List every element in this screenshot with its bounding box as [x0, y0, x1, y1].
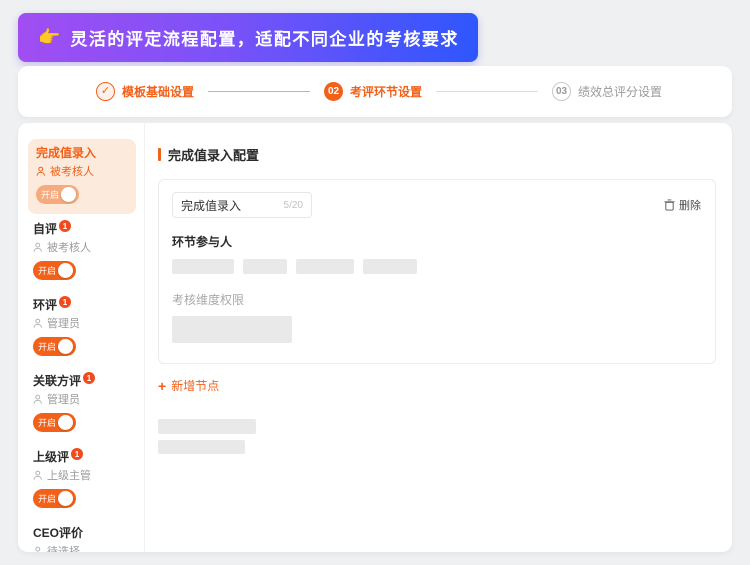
main-card: 完成值录入 被考核人 开启 自评 1 被考核人 开启 — [18, 123, 732, 552]
notification-badge: 1 — [83, 372, 95, 384]
section-header: 完成值录入配置 — [158, 145, 716, 164]
stepper-connector — [208, 91, 310, 92]
toggle-knob — [58, 491, 73, 506]
sidebar-item-title: CEO评价 — [33, 526, 83, 540]
person-icon — [33, 470, 44, 481]
person-icon — [33, 546, 44, 553]
notification-badge: 1 — [71, 448, 83, 460]
placeholder-chip — [172, 259, 234, 274]
toggle-label: 开启 — [36, 264, 58, 277]
sidebar-item[interactable]: 环评 1 管理员 开启 — [28, 291, 136, 366]
person-icon — [33, 318, 44, 329]
sidebar-item-role: 上级主管 — [47, 467, 91, 483]
stepper: ✓ 模板基础设置 02 考评环节设置 03 绩效总评分设置 — [18, 66, 732, 117]
step-template-basic[interactable]: ✓ 模板基础设置 — [96, 82, 194, 101]
sidebar-item[interactable]: 关联方评 1 管理员 开启 — [28, 367, 136, 442]
sidebar-item-role: 管理员 — [47, 315, 80, 331]
step-number: 02 — [324, 82, 343, 101]
sidebar-item[interactable]: 自评 1 被考核人 开启 — [28, 215, 136, 290]
sidebar-item[interactable]: CEO评价 待选择 关闭 — [28, 519, 136, 552]
placeholder-chip — [363, 259, 417, 274]
step-number: 03 — [552, 82, 571, 101]
plus-icon: + — [158, 379, 166, 393]
step-label: 考评环节设置 — [350, 83, 422, 100]
add-node-label: 新增节点 — [171, 377, 219, 394]
sidebar-item-title: 环评 — [33, 298, 57, 312]
toggle-switch[interactable]: 开启 — [36, 185, 79, 204]
promo-banner: 👉 灵活的评定流程配置，适配不同企业的考核要求 — [18, 13, 478, 62]
delete-label: 删除 — [679, 197, 701, 213]
check-icon: ✓ — [96, 82, 115, 101]
sidebar-item[interactable]: 完成值录入 被考核人 开启 — [28, 139, 136, 214]
char-counter: 5/20 — [284, 200, 303, 211]
node-name-input[interactable]: 完成值录入 5/20 — [172, 192, 312, 218]
notification-badge: 1 — [59, 296, 71, 308]
sidebar-item-role: 被考核人 — [47, 239, 91, 255]
placeholder-bar — [158, 419, 256, 434]
step-review-nodes[interactable]: 02 考评环节设置 — [324, 82, 422, 101]
notification-badge: 1 — [59, 220, 71, 232]
placeholder-chip — [243, 259, 287, 274]
placeholder-bar — [158, 440, 245, 454]
trash-icon — [664, 199, 675, 211]
stepper-connector — [436, 91, 538, 92]
person-icon — [36, 166, 47, 177]
node-name-value: 完成值录入 — [181, 197, 241, 214]
step-label: 模板基础设置 — [122, 83, 194, 100]
promo-banner-text: 灵活的评定流程配置，适配不同企业的考核要求 — [70, 25, 459, 50]
person-icon — [33, 242, 44, 253]
participants-label: 环节参与人 — [172, 233, 701, 250]
placeholder-block — [172, 316, 292, 343]
toggle-knob — [58, 339, 73, 354]
sidebar-item[interactable]: 上级评 1 上级主管 开启 — [28, 443, 136, 518]
sidebar-item-role: 管理员 — [47, 391, 80, 407]
toggle-label: 开启 — [36, 416, 58, 429]
toggle-label: 开启 — [39, 188, 61, 201]
toggle-knob — [58, 415, 73, 430]
sidebar-item-title: 完成值录入 — [36, 146, 96, 160]
node-config-card: 完成值录入 5/20 删除 环节参与人 考 — [158, 179, 716, 364]
step-total-score[interactable]: 03 绩效总评分设置 — [552, 82, 662, 101]
toggle-switch[interactable]: 开启 — [33, 337, 76, 356]
section-accent-bar — [158, 148, 161, 161]
sidebar-item-role: 待选择 — [47, 543, 80, 552]
toggle-label: 开启 — [36, 340, 58, 353]
dimension-permission-label: 考核维度权限 — [172, 291, 701, 308]
person-icon — [33, 394, 44, 405]
toggle-switch[interactable]: 开启 — [33, 489, 76, 508]
toggle-switch[interactable]: 开启 — [33, 261, 76, 280]
sidebar-item-title: 自评 — [33, 222, 57, 236]
sidebar-item-role: 被考核人 — [50, 163, 94, 179]
pointing-hand-icon: 👉 — [38, 27, 60, 48]
sidebar: 完成值录入 被考核人 开启 自评 1 被考核人 开启 — [18, 123, 145, 552]
sidebar-item-title: 上级评 — [33, 450, 69, 464]
add-node-button[interactable]: + 新增节点 — [158, 377, 716, 394]
participants-chip-row — [172, 259, 701, 274]
content-panel: 完成值录入配置 完成值录入 5/20 删除 环节参与人 — [145, 123, 732, 552]
toggle-switch[interactable]: 开启 — [33, 413, 76, 432]
delete-node-button[interactable]: 删除 — [664, 197, 701, 213]
toggle-knob — [61, 187, 76, 202]
sidebar-item-title: 关联方评 — [33, 374, 81, 388]
toggle-label: 开启 — [36, 492, 58, 505]
toggle-knob — [58, 263, 73, 278]
placeholder-chip — [296, 259, 354, 274]
step-label: 绩效总评分设置 — [578, 83, 662, 100]
section-title: 完成值录入配置 — [168, 145, 259, 164]
